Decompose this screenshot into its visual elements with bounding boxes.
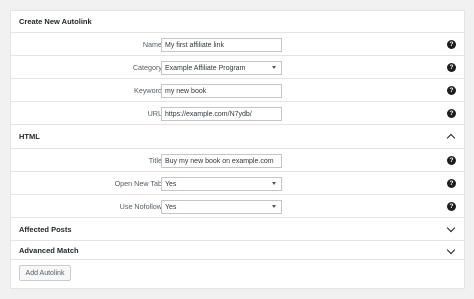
name-label: Name <box>142 40 162 49</box>
chevron-down-icon <box>446 223 456 233</box>
url-input[interactable]: https://example.com/N7ydb/ <box>161 107 282 121</box>
affected-posts-title: Affected Posts <box>19 224 72 234</box>
html-section-title: HTML <box>19 132 40 141</box>
keyword-row: Keyword my new book ? <box>11 79 464 102</box>
url-label: URL <box>147 109 162 118</box>
category-label: Category <box>132 63 162 72</box>
form-title-text: Create New Autolink <box>19 17 92 26</box>
title-label: Title <box>148 156 162 165</box>
question-circle-icon[interactable]: ? <box>447 156 456 165</box>
question-circle-icon[interactable]: ? <box>447 202 456 211</box>
chevron-up-icon <box>446 133 456 143</box>
open-new-tab-row: Open New Tab Yes ? <box>11 172 464 195</box>
keyword-input[interactable]: my new book <box>161 84 282 98</box>
question-circle-icon[interactable]: ? <box>447 40 456 49</box>
affected-posts-toggle[interactable]: Affected Posts <box>11 218 464 241</box>
page: Create New Autolink Name My first affili… <box>0 0 474 299</box>
category-select-value: Example Affiliate Program <box>165 64 246 72</box>
question-circle-icon[interactable]: ? <box>447 109 456 118</box>
open-new-tab-value: Yes <box>165 180 177 188</box>
caret-down-icon <box>272 182 276 185</box>
autolink-form: Create New Autolink Name My first affili… <box>10 10 465 289</box>
caret-down-icon <box>272 66 276 69</box>
use-nofollow-select[interactable]: Yes <box>161 200 282 214</box>
open-new-tab-label: Open New Tab <box>114 179 162 188</box>
category-row: Category Example Affiliate Program ? <box>11 56 464 79</box>
question-circle-icon[interactable]: ? <box>447 86 456 95</box>
keyword-label: Keyword <box>134 86 162 95</box>
use-nofollow-value: Yes <box>165 203 177 211</box>
use-nofollow-label: Use Nofollow <box>119 202 162 211</box>
name-row: Name My first affiliate link ? <box>11 33 464 56</box>
form-title: Create New Autolink <box>11 11 464 33</box>
chevron-down-icon <box>446 245 456 255</box>
question-circle-icon[interactable]: ? <box>447 179 456 188</box>
name-input[interactable]: My first affiliate link <box>161 38 282 52</box>
add-autolink-button[interactable]: Add Autolink <box>19 265 71 281</box>
title-input[interactable]: Buy my new book on example.com <box>161 154 282 168</box>
question-circle-icon[interactable]: ? <box>447 63 456 72</box>
use-nofollow-row: Use Nofollow Yes ? <box>11 195 464 218</box>
url-row: URL https://example.com/N7ydb/ ? <box>11 102 464 125</box>
title-row: Title Buy my new book on example.com ? <box>11 149 464 172</box>
advanced-match-toggle[interactable]: Advanced Match <box>11 241 464 260</box>
category-select[interactable]: Example Affiliate Program <box>161 61 282 75</box>
html-section-toggle[interactable]: HTML <box>11 125 464 149</box>
open-new-tab-select[interactable]: Yes <box>161 177 282 191</box>
caret-down-icon <box>272 205 276 208</box>
advanced-match-title: Advanced Match <box>19 245 79 255</box>
